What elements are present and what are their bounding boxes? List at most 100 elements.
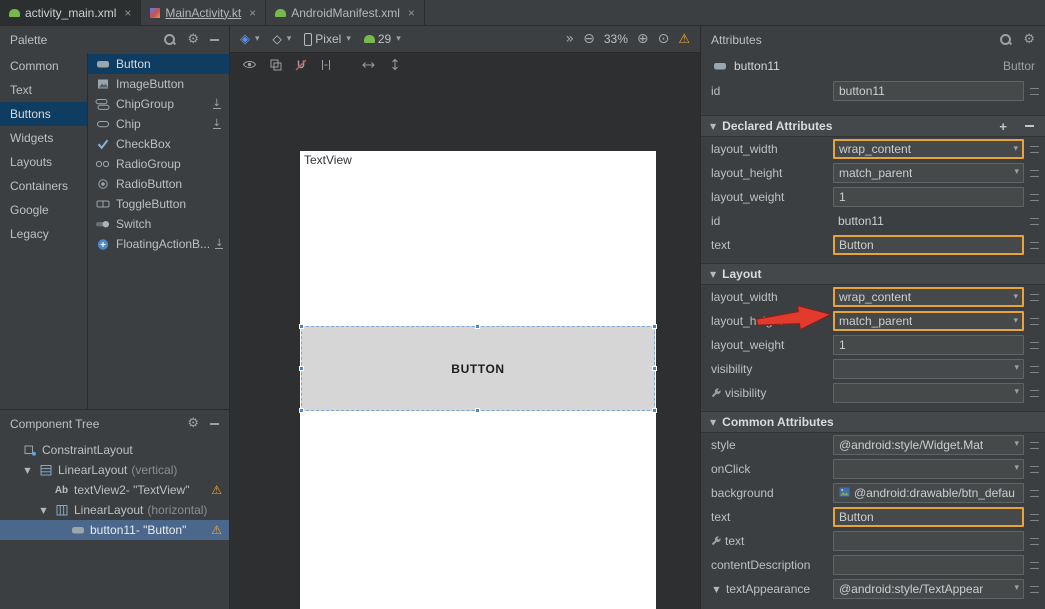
tree-item-constraintlayout[interactable]: ConstraintLayout (0, 440, 229, 460)
layout-height-picker-icon[interactable] (1030, 170, 1039, 177)
resize-handle[interactable] (475, 408, 480, 413)
contentdescription-field[interactable] (833, 555, 1024, 575)
palette-item-togglebutton[interactable]: ToggleButton (88, 194, 229, 214)
toolbar-overflow-chevrons[interactable]: » (566, 32, 575, 46)
tree-item-textview2-textview[interactable]: AbtextView2- "TextView"⚠ (0, 480, 229, 500)
resize-handle[interactable] (652, 366, 657, 371)
picker-icon[interactable] (1030, 88, 1039, 95)
palette-item-radiobutton[interactable]: RadioButton (88, 174, 229, 194)
onclick-picker-icon[interactable] (1030, 466, 1039, 473)
text-picker-icon[interactable] (1030, 242, 1039, 249)
tools-text-field[interactable] (833, 531, 1024, 551)
layout-width-picker-icon[interactable] (1030, 146, 1039, 153)
layout-height-picker-icon[interactable] (1030, 318, 1039, 325)
id-field[interactable]: button11 (833, 211, 1024, 231)
palette-category-legacy[interactable]: Legacy (0, 222, 87, 246)
blueprint-layers-icon[interactable] (270, 59, 282, 74)
tree-item-linearlayout[interactable]: ▼LinearLayout(horizontal) (0, 500, 229, 520)
section-header-common-attributes[interactable]: ▼Common Attributes (701, 411, 1045, 433)
palette-item-floatingactionb[interactable]: FloatingActionB...↓ (88, 234, 229, 254)
layout-weight-picker-icon[interactable] (1030, 342, 1039, 349)
view-options-icon[interactable] (242, 59, 257, 73)
tools-text-picker-icon[interactable] (1030, 538, 1039, 545)
palette-item-imagebutton[interactable]: ImageButton (88, 74, 229, 94)
text-field[interactable]: Button (833, 507, 1024, 527)
layout-height-field[interactable]: match_parent (833, 163, 1024, 183)
close-icon[interactable]: × (408, 6, 415, 20)
text-field[interactable]: Button (833, 235, 1024, 255)
layout-width-field[interactable]: wrap_content (833, 287, 1024, 307)
design-canvas-artboard[interactable]: TextView BUTTON (300, 151, 656, 609)
visibility-picker-icon[interactable] (1030, 366, 1039, 373)
id-picker-icon[interactable] (1030, 218, 1039, 225)
zoom-fit-button[interactable]: ⊙ (658, 32, 670, 46)
editor-tab-activity-main-xml[interactable]: activity_main.xml× (0, 0, 141, 25)
gear-icon[interactable]: ⚙ (187, 33, 199, 46)
palette-item-button[interactable]: Button (88, 54, 229, 74)
resize-handle[interactable] (475, 324, 480, 329)
button-widget-selected[interactable]: BUTTON (301, 326, 655, 411)
minimize-icon[interactable] (210, 423, 219, 425)
close-icon[interactable]: × (249, 6, 256, 20)
onclick-field[interactable] (833, 459, 1024, 479)
design-mode-selector[interactable]: ◈▾ (240, 32, 260, 47)
search-icon[interactable] (999, 33, 1012, 46)
layout-width-field[interactable]: wrap_content (833, 139, 1024, 159)
default-margins-icon[interactable] (320, 59, 332, 74)
gear-icon[interactable]: ⚙ (1023, 33, 1035, 46)
palette-item-chipgroup[interactable]: ChipGroup↓ (88, 94, 229, 114)
horizontal-arrows-icon[interactable] (361, 59, 376, 73)
api-selector[interactable]: 29▾ (364, 32, 401, 46)
expand-arrow-icon[interactable]: ▼ (22, 466, 33, 475)
editor-tab-mainactivity-kt[interactable]: MainActivity.kt× (141, 0, 266, 25)
textappearance-field[interactable]: @android:style/TextAppear (833, 579, 1024, 599)
resize-handle[interactable] (299, 408, 304, 413)
palette-item-chip[interactable]: Chip↓ (88, 114, 229, 134)
palette-category-layouts[interactable]: Layouts (0, 150, 87, 174)
layout-weight-field[interactable]: 1 (833, 335, 1024, 355)
resize-handle[interactable] (652, 408, 657, 413)
tools-visibility-picker-icon[interactable] (1030, 390, 1039, 397)
zoom-level[interactable]: 33% (604, 32, 628, 46)
id-field[interactable]: button11 (833, 81, 1024, 101)
palette-category-google[interactable]: Google (0, 198, 87, 222)
text-picker-icon[interactable] (1030, 514, 1039, 521)
palette-category-common[interactable]: Common (0, 54, 87, 78)
add-attribute-button[interactable]: + (999, 119, 1007, 134)
layout-weight-picker-icon[interactable] (1030, 194, 1039, 201)
palette-item-checkbox[interactable]: CheckBox (88, 134, 229, 154)
resize-handle[interactable] (299, 324, 304, 329)
minimize-icon[interactable] (210, 39, 219, 41)
section-header-declared-attributes[interactable]: ▼Declared Attributes+ (701, 115, 1045, 137)
contentdescription-picker-icon[interactable] (1030, 562, 1039, 569)
orientation-selector[interactable]: ◇▾ (273, 32, 292, 46)
warning-icon[interactable]: ⚠ (678, 32, 690, 47)
download-icon[interactable]: ↓ (213, 99, 221, 109)
textview-widget[interactable]: TextView (304, 153, 352, 167)
tools-visibility-field[interactable] (833, 383, 1024, 403)
visibility-field[interactable] (833, 359, 1024, 379)
download-icon[interactable]: ↓ (215, 239, 223, 249)
expand-arrow-icon[interactable]: ▼ (711, 585, 722, 594)
background-field[interactable]: @android:drawable/btn_defau (833, 483, 1024, 503)
zoom-out-button[interactable]: ⊖ (583, 32, 595, 46)
remove-attribute-button[interactable] (1025, 125, 1034, 127)
tree-item-button11-button[interactable]: button11- "Button"⚠ (0, 520, 229, 540)
layout-height-field[interactable]: match_parent (833, 311, 1024, 331)
tree-item-linearlayout[interactable]: ▼LinearLayout(vertical) (0, 460, 229, 480)
palette-category-buttons[interactable]: Buttons (0, 102, 87, 126)
section-header-layout[interactable]: ▼Layout (701, 263, 1045, 285)
resize-handle[interactable] (299, 366, 304, 371)
palette-category-containers[interactable]: Containers (0, 174, 87, 198)
vertical-distribute-icon[interactable] (389, 58, 401, 74)
layout-width-picker-icon[interactable] (1030, 294, 1039, 301)
palette-item-switch[interactable]: Switch (88, 214, 229, 234)
editor-tab-androidmanifest-xml[interactable]: AndroidManifest.xml× (266, 0, 425, 25)
search-icon[interactable] (163, 33, 176, 46)
textappearance-picker-icon[interactable] (1030, 586, 1039, 593)
palette-item-radiogroup[interactable]: RadioGroup (88, 154, 229, 174)
device-selector[interactable]: Pixel▾ (304, 32, 351, 46)
palette-category-widgets[interactable]: Widgets (0, 126, 87, 150)
style-picker-icon[interactable] (1030, 442, 1039, 449)
resize-handle[interactable] (652, 324, 657, 329)
